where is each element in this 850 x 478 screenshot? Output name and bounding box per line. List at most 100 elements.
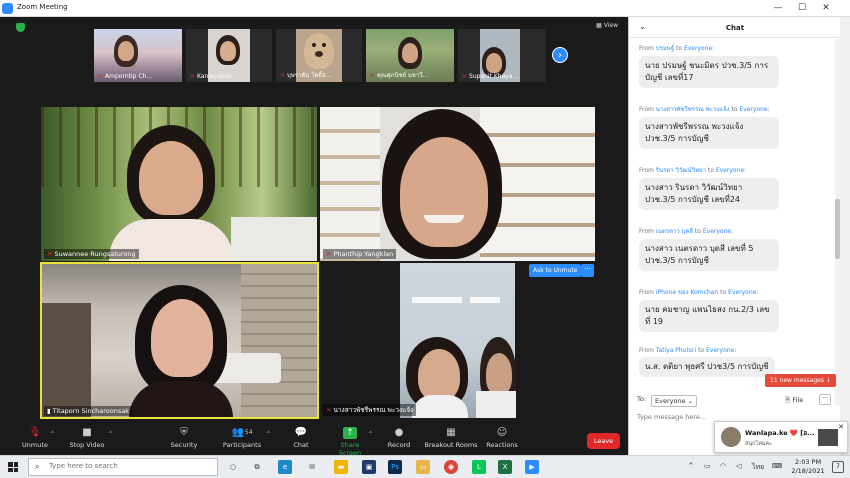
- meeting-toolbar: 🎙 Unmute ^ ■ Stop Video ^ ⛨ Security 👥54…: [0, 425, 628, 457]
- message-sender-line: From นางสาวพัชรีพรรณ พะวงแจ้ง to Everyon…: [639, 106, 770, 113]
- task-view-icon[interactable]: ⧉: [250, 460, 264, 474]
- chat-more-button[interactable]: ···: [819, 394, 831, 405]
- participants-button[interactable]: 👥54 Participants ^: [220, 427, 271, 449]
- muted-mic-icon: ✕: [280, 72, 286, 79]
- message-bubble: นางสาว รินรดา วิวัฒน์วิทยา ปวช.3/5 การบั…: [639, 178, 779, 210]
- share-screen-button[interactable]: ↑ Share Screen ^: [330, 427, 373, 457]
- notification-text: สนุกไหมคะ: [745, 441, 773, 447]
- network-icon[interactable]: ▭: [704, 462, 711, 470]
- keyboard-icon[interactable]: ⌨: [772, 462, 782, 470]
- mail-icon[interactable]: ✉: [305, 460, 319, 474]
- chat-message: From iPhone ของ Komchan to Everyone: นาย…: [639, 287, 779, 332]
- chat-recipient-row: To: Everyone ⌄ 🗎 File ···: [637, 394, 833, 409]
- window-titlebar: Zoom Meeting — ☐ ✕: [0, 0, 850, 17]
- excel-icon[interactable]: X: [498, 460, 512, 474]
- edge-browser-icon[interactable]: e: [278, 460, 292, 474]
- chrome-icon[interactable]: ◉: [444, 460, 458, 474]
- participants-count: 54: [244, 429, 253, 436]
- muted-mic-icon: ✕: [462, 73, 468, 80]
- tray-chevron-icon[interactable]: ^: [688, 462, 694, 470]
- video-camera-icon: ■: [82, 427, 92, 438]
- muted-mic-icon: ✕: [47, 250, 53, 258]
- breakout-rooms-button[interactable]: ▦ Breakout Rooms: [424, 427, 478, 449]
- record-button[interactable]: ● Record: [386, 427, 412, 449]
- photoshop-icon[interactable]: Ps: [388, 460, 402, 474]
- unmute-label: Unmute: [22, 441, 48, 449]
- file-button[interactable]: 🗎 File: [785, 396, 803, 407]
- reactions-button[interactable]: ☺ Reactions: [486, 427, 518, 449]
- chat-button[interactable]: 💬 Chat: [290, 427, 312, 449]
- record-label: Record: [387, 441, 411, 449]
- record-icon: ●: [394, 427, 404, 438]
- caret-up-icon[interactable]: ^: [108, 431, 113, 438]
- breakout-rooms-label: Breakout Rooms: [424, 441, 478, 449]
- zoom-taskbar-icon[interactable]: ▶: [525, 460, 539, 474]
- ask-to-unmute-button[interactable]: Ask to Unmute: [529, 264, 582, 277]
- windows-start-icon[interactable]: [8, 462, 18, 472]
- message-sender-line: From เนตรดาว บุดสี to Everyone:: [639, 228, 734, 235]
- participant-name-label: ✕ นางสาวพัชรีพรรณ พะวงแจ้ง: [323, 404, 417, 416]
- tile-more-options-button[interactable]: ···: [581, 264, 594, 277]
- file-explorer-icon[interactable]: ▬: [334, 460, 348, 474]
- leave-button[interactable]: Leave: [587, 433, 620, 449]
- chat-message-input[interactable]: [637, 413, 827, 421]
- close-button[interactable]: ✕: [814, 1, 838, 15]
- muted-mic-icon: ✕: [98, 73, 104, 80]
- notification-toast[interactable]: Wanlapa.ke ❤️ [อ... สนุกไหมคะ ✕: [714, 421, 848, 453]
- chat-message: From ปรมษฐ์ to Everyone: นาย ปรมษฐ์ ชนะม…: [639, 43, 779, 88]
- view-label: View: [603, 22, 618, 29]
- taskbar-search-input[interactable]: [49, 462, 209, 470]
- store-icon[interactable]: ▣: [362, 460, 376, 474]
- strip-participant-tile[interactable]: ✕ Supanit Khaya...: [458, 29, 546, 82]
- chat-message: From นางสาวพัชรีพรรณ พะวงแจ้ง to Everyon…: [639, 104, 779, 149]
- maximize-button[interactable]: ☐: [790, 1, 814, 15]
- strip-participant-tile[interactable]: ✕ Amporntip Ch...: [94, 29, 182, 82]
- encryption-shield-icon[interactable]: [16, 23, 25, 32]
- security-button[interactable]: ⛨ Security: [167, 427, 201, 449]
- unmute-button[interactable]: 🎙 Unmute ^: [20, 427, 55, 449]
- line-app-icon[interactable]: L: [472, 460, 486, 474]
- window-edge: [840, 17, 850, 455]
- new-messages-button[interactable]: 11 new messages ↓: [765, 374, 836, 387]
- caret-up-icon[interactable]: ^: [266, 431, 271, 438]
- avatar: [721, 427, 741, 447]
- video-tile[interactable]: ✕ นางสาวพัชรีพรรณ พะวงแจ้ง: [320, 263, 595, 418]
- participant-name-label: ✕ Suwannee Rungsaturong: [44, 249, 139, 259]
- shield-icon: ⛨: [180, 427, 188, 438]
- wifi-icon[interactable]: ◠: [720, 462, 726, 470]
- message-sender-line: From รินรดา วิวัฒน์วิทยา to Everyone:: [639, 167, 747, 174]
- participant-name-label: ✕ Phanthip Yangklan: [323, 249, 397, 259]
- muted-mic-icon: ✕: [190, 73, 196, 80]
- volume-icon[interactable]: ◁: [736, 462, 741, 470]
- chat-label: Chat: [293, 441, 309, 449]
- folder-icon[interactable]: ▭: [416, 460, 430, 474]
- view-button[interactable]: ▦ View: [596, 22, 618, 29]
- caret-up-icon[interactable]: ^: [368, 431, 373, 438]
- strip-participant-tile[interactable]: ✕ คุณศุภนิชย์ มหาวี...: [366, 29, 454, 82]
- notification-thumbnail: [818, 429, 838, 446]
- language-indicator[interactable]: ไทย: [752, 462, 764, 473]
- taskbar-search[interactable]: ⌕: [28, 458, 218, 476]
- cortana-icon[interactable]: ○: [226, 460, 240, 474]
- stop-video-button[interactable]: ■ Stop Video ^: [66, 427, 113, 449]
- recipient-select[interactable]: Everyone ⌄: [651, 395, 698, 407]
- chat-bubble-icon: 💬: [294, 427, 308, 438]
- video-tile[interactable]: ✕ Suwannee Rungsaturong: [41, 107, 317, 261]
- file-icon: 🗎: [785, 396, 791, 404]
- strip-participant-tile[interactable]: ✕ Kanlayakan: [186, 29, 272, 82]
- chat-message-list[interactable]: From ปรมษฐ์ to Everyone: นาย ปรมษฐ์ ชนะม…: [629, 39, 833, 405]
- close-icon[interactable]: ✕: [838, 423, 844, 431]
- video-tile[interactable]: ✕ Phanthip Yangklan: [320, 107, 595, 261]
- next-page-arrow-icon[interactable]: ›: [552, 47, 568, 63]
- message-bubble: น.ส. ตติยา พุธศรี ปวช3/5 การบัญชี: [639, 357, 775, 377]
- caret-up-icon[interactable]: ^: [50, 431, 55, 438]
- zoom-logo-icon: [2, 3, 13, 14]
- strip-participant-tile[interactable]: ✕ บุษราคัม โพธิ์ส...: [276, 29, 362, 82]
- muted-mic-icon: ✕: [326, 250, 332, 258]
- muted-microphone-icon: 🎙: [28, 427, 42, 438]
- taskbar-clock[interactable]: 2:03 PM 2/18/2021: [786, 458, 830, 476]
- notification-center-icon[interactable]: 7: [832, 461, 844, 473]
- minimize-button[interactable]: —: [766, 1, 790, 15]
- video-tile[interactable]: ▮ Titaporn Sincharoonsak: [41, 263, 318, 418]
- chat-message: From เนตรดาว บุดสี to Everyone: นางสาว เ…: [639, 226, 779, 271]
